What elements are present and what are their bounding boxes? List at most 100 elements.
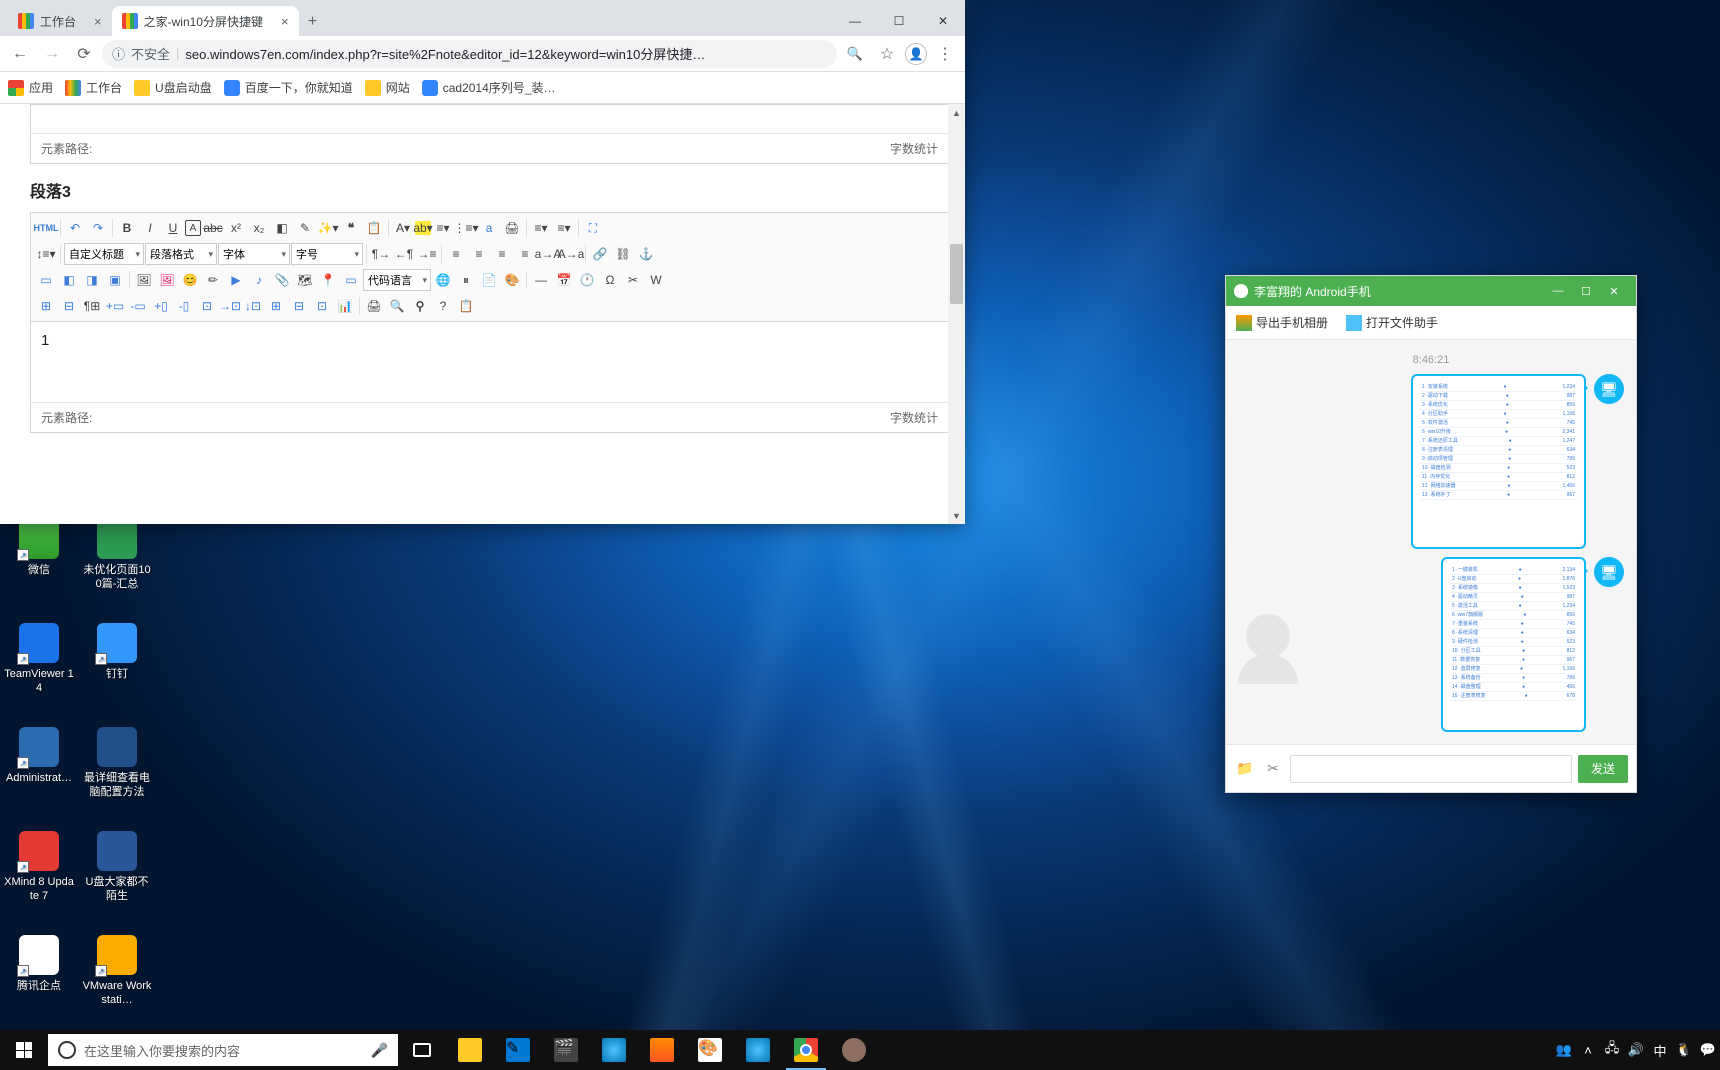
image-right-button[interactable]: ◨ (81, 269, 103, 291)
bookmark-item[interactable]: 工作台 (65, 79, 122, 96)
insertvideo-button[interactable]: ▶ (225, 269, 247, 291)
taskbar-app-wmp[interactable] (638, 1030, 686, 1070)
map-button[interactable]: 🗺 (294, 269, 316, 291)
tab-0[interactable]: 工作台× (8, 6, 112, 36)
undo-button[interactable]: ↶ (64, 217, 86, 239)
insertframe-button[interactable]: ▭ (340, 269, 362, 291)
customstyle-select[interactable]: 自定义标题 (64, 243, 144, 265)
align-center-button[interactable]: ≡ (468, 243, 490, 265)
tolowercase-button[interactable]: A→a (560, 243, 582, 265)
mergedown-button[interactable]: ↓⊡ (242, 295, 264, 317)
music-button[interactable]: ♪ (248, 269, 270, 291)
desktop-icon-wechat[interactable]: ↗微信 (0, 515, 78, 619)
italic-button[interactable]: I (139, 217, 161, 239)
link-button[interactable]: 🔗 (589, 243, 611, 265)
tray-volume-icon[interactable]: 🔊 (1624, 1030, 1648, 1070)
spechars-button[interactable]: Ω (599, 269, 621, 291)
tab-close-icon[interactable]: × (281, 14, 289, 29)
search-box[interactable]: 在这里输入你要搜索的内容 🎤 (48, 1034, 398, 1066)
desktop-icon-vmware[interactable]: ↗VMware Workstati… (78, 931, 156, 1035)
deletecol-button[interactable]: -▯ (173, 295, 195, 317)
emotion-button[interactable]: 😊 (179, 269, 201, 291)
scroll-thumb[interactable] (950, 244, 963, 304)
menu-icon[interactable]: ⋮ (931, 40, 959, 68)
start-button[interactable] (0, 1030, 48, 1070)
paragraph-select[interactable]: 段落格式 (145, 243, 217, 265)
profile-icon[interactable]: 👤 (905, 43, 927, 65)
image-center-button[interactable]: ▣ (104, 269, 126, 291)
indent-button[interactable]: →≡ (416, 243, 438, 265)
mergecells-button[interactable]: ⊡ (196, 295, 218, 317)
deleterow-button[interactable]: -▭ (127, 295, 149, 317)
rowspacing-top-button[interactable]: ≡▾ (530, 217, 552, 239)
nav-reload-button[interactable]: ⟳ (70, 40, 98, 68)
desktop-icon-admin[interactable]: ↗Administrat… (0, 723, 78, 827)
wordcount-label[interactable]: 字数统计 (890, 140, 938, 157)
desktop-icon-detail[interactable]: 最详细查看电脑配置方法 (78, 723, 156, 827)
qq-image-bubble[interactable]: 1 ·一键装机●2,134 2 ·U盘启动●1,876 3 ·系统镜像●1,52… (1441, 557, 1586, 732)
subscript-button[interactable]: x₂ (248, 217, 270, 239)
qq-image-bubble[interactable]: 1 ·安装系统●1,234 2 ·驱动下载●987 3 ·系统优化●856 4 … (1411, 374, 1586, 549)
wordimage-button[interactable]: W (645, 269, 667, 291)
mergeright-button[interactable]: →⊡ (219, 295, 241, 317)
bookmark-item[interactable]: 百度一下，你就知道 (224, 79, 353, 96)
time-button[interactable]: 🕐 (576, 269, 598, 291)
insertcode-select[interactable]: 代码语言 (363, 269, 431, 291)
pasteplain-button[interactable]: 📋 (363, 217, 385, 239)
window-close-button[interactable]: ✕ (921, 6, 965, 36)
nav-back-button[interactable]: ← (6, 40, 34, 68)
selectall-button[interactable]: a (478, 217, 500, 239)
editor-body[interactable]: 1 (31, 322, 948, 402)
redo-button[interactable]: ↷ (87, 217, 109, 239)
desktop-icon-doc[interactable]: 未优化页面100篇-汇总 (78, 515, 156, 619)
taskbar-app-browser[interactable] (734, 1030, 782, 1070)
taskbar-app-paint[interactable]: 🎨 (686, 1030, 734, 1070)
taskbar-app-chrome[interactable] (782, 1030, 830, 1070)
inserttable-button[interactable]: ⊞ (35, 295, 57, 317)
page-scrollbar[interactable]: ▲ ▼ (948, 104, 965, 524)
fontborder-button[interactable]: A (185, 220, 201, 236)
scrawl-button[interactable]: ✏ (202, 269, 224, 291)
fontfamily-select[interactable]: 字体 (218, 243, 290, 265)
task-view-button[interactable] (398, 1030, 446, 1070)
horizontal-button[interactable]: — (530, 269, 552, 291)
preview-button[interactable]: 🔍 (386, 295, 408, 317)
splitrows-button[interactable]: ⊟ (288, 295, 310, 317)
print-button[interactable]: 🖨 (501, 217, 523, 239)
drafts-button[interactable]: 📋 (455, 295, 477, 317)
underline-button[interactable]: U (162, 217, 184, 239)
zoom-icon[interactable]: 🔍 (841, 40, 869, 68)
tray-qq-icon[interactable]: 🐧 (1672, 1030, 1696, 1070)
anchor-button[interactable]: ⚓ (635, 243, 657, 265)
touppercase-button[interactable]: a→A (537, 243, 559, 265)
qq-file-helper-button[interactable]: 打开文件助手 (1346, 314, 1438, 331)
qq-screenshot-icon[interactable]: ✂ (1262, 758, 1284, 780)
desktop-icon-qidian[interactable]: ↗腾讯企点 (0, 931, 78, 1035)
superscript-button[interactable]: x² (225, 217, 247, 239)
blockquote-button[interactable]: ❝ (340, 217, 362, 239)
forecolor-button[interactable]: A▾ (392, 217, 414, 239)
insertparagraphbeforetable-button[interactable]: ¶⊞ (81, 295, 103, 317)
desktop-icon-dingtalk[interactable]: ↗钉钉 (78, 619, 156, 723)
ol-button[interactable]: ≡▾ (432, 217, 454, 239)
taskbar-app-explorer[interactable] (446, 1030, 494, 1070)
align-right-button[interactable]: ≡ (491, 243, 513, 265)
image-none-button[interactable]: ▭ (35, 269, 57, 291)
qq-minimize-button[interactable]: — (1544, 276, 1572, 306)
formatmatch-button[interactable]: ✎ (294, 217, 316, 239)
mic-icon[interactable]: 🎤 (371, 1042, 388, 1059)
qq-titlebar[interactable]: 李富翔的 Android手机 — ☐ ✕ (1226, 276, 1636, 306)
deletetable-button[interactable]: ⊟ (58, 295, 80, 317)
tray-chevron-up-icon[interactable]: ˄ (1576, 1030, 1600, 1070)
searchreplace-button[interactable]: ⚲ (409, 295, 431, 317)
taskbar-app-avatar[interactable] (830, 1030, 878, 1070)
desktop-icon-xmind[interactable]: ↗XMind 8 Update 7 (0, 827, 78, 931)
star-icon[interactable]: ☆ (873, 40, 901, 68)
qq-send-button[interactable]: 发送 (1578, 755, 1628, 783)
insertrow-button[interactable]: +▭ (104, 295, 126, 317)
qq-message-input[interactable] (1290, 755, 1572, 783)
autotypeset-button[interactable]: ✨▾ (317, 217, 339, 239)
insertcol-button[interactable]: +▯ (150, 295, 172, 317)
image-left-button[interactable]: ◧ (58, 269, 80, 291)
window-maximize-button[interactable]: ☐ (877, 6, 921, 36)
